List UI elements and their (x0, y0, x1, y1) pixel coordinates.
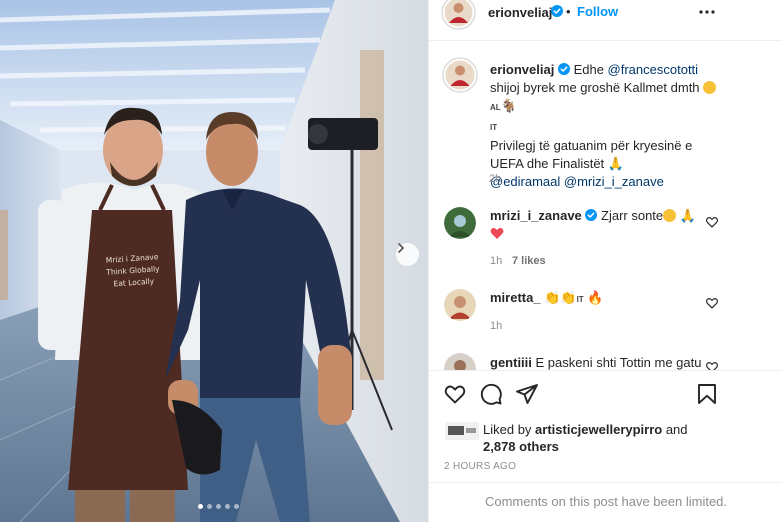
footer-divider (429, 482, 782, 483)
verified-badge-icon (557, 63, 570, 75)
heart-icon[interactable] (443, 382, 467, 406)
liked-by-text: Liked by artisticjewellerypirro and 2,87… (483, 421, 693, 455)
carousel-dot (234, 504, 239, 509)
comment-like-heart-icon[interactable] (705, 296, 719, 310)
liked-by-prefix: Liked by (483, 422, 536, 437)
caption-text-part: Edhe (573, 62, 608, 77)
goat-emoji-icon: 🐐 (500, 98, 517, 113)
header-separator: • (566, 4, 571, 19)
mention-link[interactable]: @francescototti (608, 62, 699, 77)
comment-username[interactable]: gentiiii (490, 355, 532, 370)
comments-list: erionveliaj Edhe @francescototti shijoj … (429, 41, 782, 370)
apron-print: Mrizi i Zanave Think Globally Eat Locall… (103, 251, 163, 291)
folded-hands-emoji-icon: 🙏 (679, 208, 696, 223)
caption-avatar[interactable] (442, 57, 478, 93)
fire-emoji-icon: 🔥 (587, 290, 604, 305)
flag-al-icon: AL (490, 103, 501, 112)
carousel-indicator (198, 504, 239, 509)
post-header: erionveliaj • Follow (429, 0, 782, 40)
comment-like-heart-icon[interactable] (705, 215, 719, 229)
likes-count[interactable]: 2,878 others (483, 439, 559, 454)
share-icon[interactable] (515, 382, 539, 406)
caption-text-part: shijoj byrek me groshë Kallmet dmth (490, 80, 704, 95)
caption-text: erionveliaj Edhe @francescototti shijoj … (490, 61, 722, 191)
comment-time[interactable]: 1h (490, 255, 502, 267)
liked-by-middle: and (662, 422, 688, 437)
more-options-icon (699, 10, 715, 14)
comment-avatar[interactable] (444, 207, 476, 239)
comment-time[interactable]: 1h (490, 320, 502, 332)
red-heart-emoji-icon (490, 228, 504, 239)
clapping-emoji-icon: 👏👏 (544, 290, 577, 305)
carousel-dot (198, 504, 203, 509)
flag-it-icon: IT (576, 295, 584, 304)
instagram-post-view: Mrizi i Zanave Think Globally Eat Locall… (0, 0, 782, 522)
comment-body: Zjarr sonte (597, 208, 664, 223)
folded-hands-emoji-icon: 🙏 (607, 156, 624, 171)
heart-eyes-emoji-icon (703, 81, 717, 94)
grin-emoji-icon (663, 209, 677, 222)
caption-username[interactable]: erionveliaj (490, 62, 554, 77)
author-avatar[interactable] (441, 0, 476, 30)
carousel-next-button[interactable] (396, 243, 419, 266)
comments-divider (429, 370, 782, 371)
comment-likes[interactable]: 7 likes (512, 255, 546, 267)
follow-button[interactable]: Follow (577, 4, 618, 19)
carousel-dot (225, 504, 230, 509)
comment-text: gentiiii E paskeni shti Tottin me gatu (490, 354, 722, 370)
carousel-dot (207, 504, 212, 509)
comment-text: miretta_ 👏👏IT 🔥 (490, 289, 722, 309)
flag-it-icon: IT (490, 123, 498, 132)
chevron-right-icon (398, 243, 404, 253)
caption-time[interactable]: 2h (489, 173, 501, 185)
comment-username[interactable]: mrizi_i_zanave (490, 208, 582, 223)
comment-body: E paskeni shti Tottin me gatu (531, 355, 702, 370)
author-username[interactable]: erionveliaj (488, 5, 552, 20)
liker-avatar[interactable] (445, 422, 479, 440)
post-details-panel: erionveliaj • Follow erionveliaj Edhe @f… (428, 0, 782, 522)
comment-avatar[interactable] (444, 289, 476, 321)
comment-like-heart-icon[interactable] (705, 360, 719, 370)
comments-limited-notice: Comments on this post have been limited. (484, 494, 728, 509)
comment-icon[interactable] (479, 382, 503, 406)
more-options-button[interactable] (695, 2, 719, 22)
mention-link[interactable]: @mrizi_i_zanave (564, 174, 664, 189)
post-actions (429, 382, 782, 408)
comment-username[interactable]: miretta_ (490, 290, 541, 305)
caption-text-part: Privilegj të gatuanim për kryesinë e UEF… (490, 138, 693, 171)
verified-badge-icon (585, 209, 598, 221)
verified-badge-icon (551, 5, 563, 17)
photo-illustration (0, 0, 428, 522)
post-photo[interactable]: Mrizi i Zanave Think Globally Eat Locall… (0, 0, 428, 522)
liker-username[interactable]: artisticjewellerypirro (535, 422, 662, 437)
comment-text: mrizi_i_zanave Zjarr sonte 🙏 (490, 207, 722, 243)
carousel-dot (216, 504, 221, 509)
bookmark-icon[interactable] (695, 382, 719, 406)
post-timestamp[interactable]: 2 HOURS AGO (444, 461, 516, 472)
comment-avatar[interactable] (444, 353, 476, 370)
